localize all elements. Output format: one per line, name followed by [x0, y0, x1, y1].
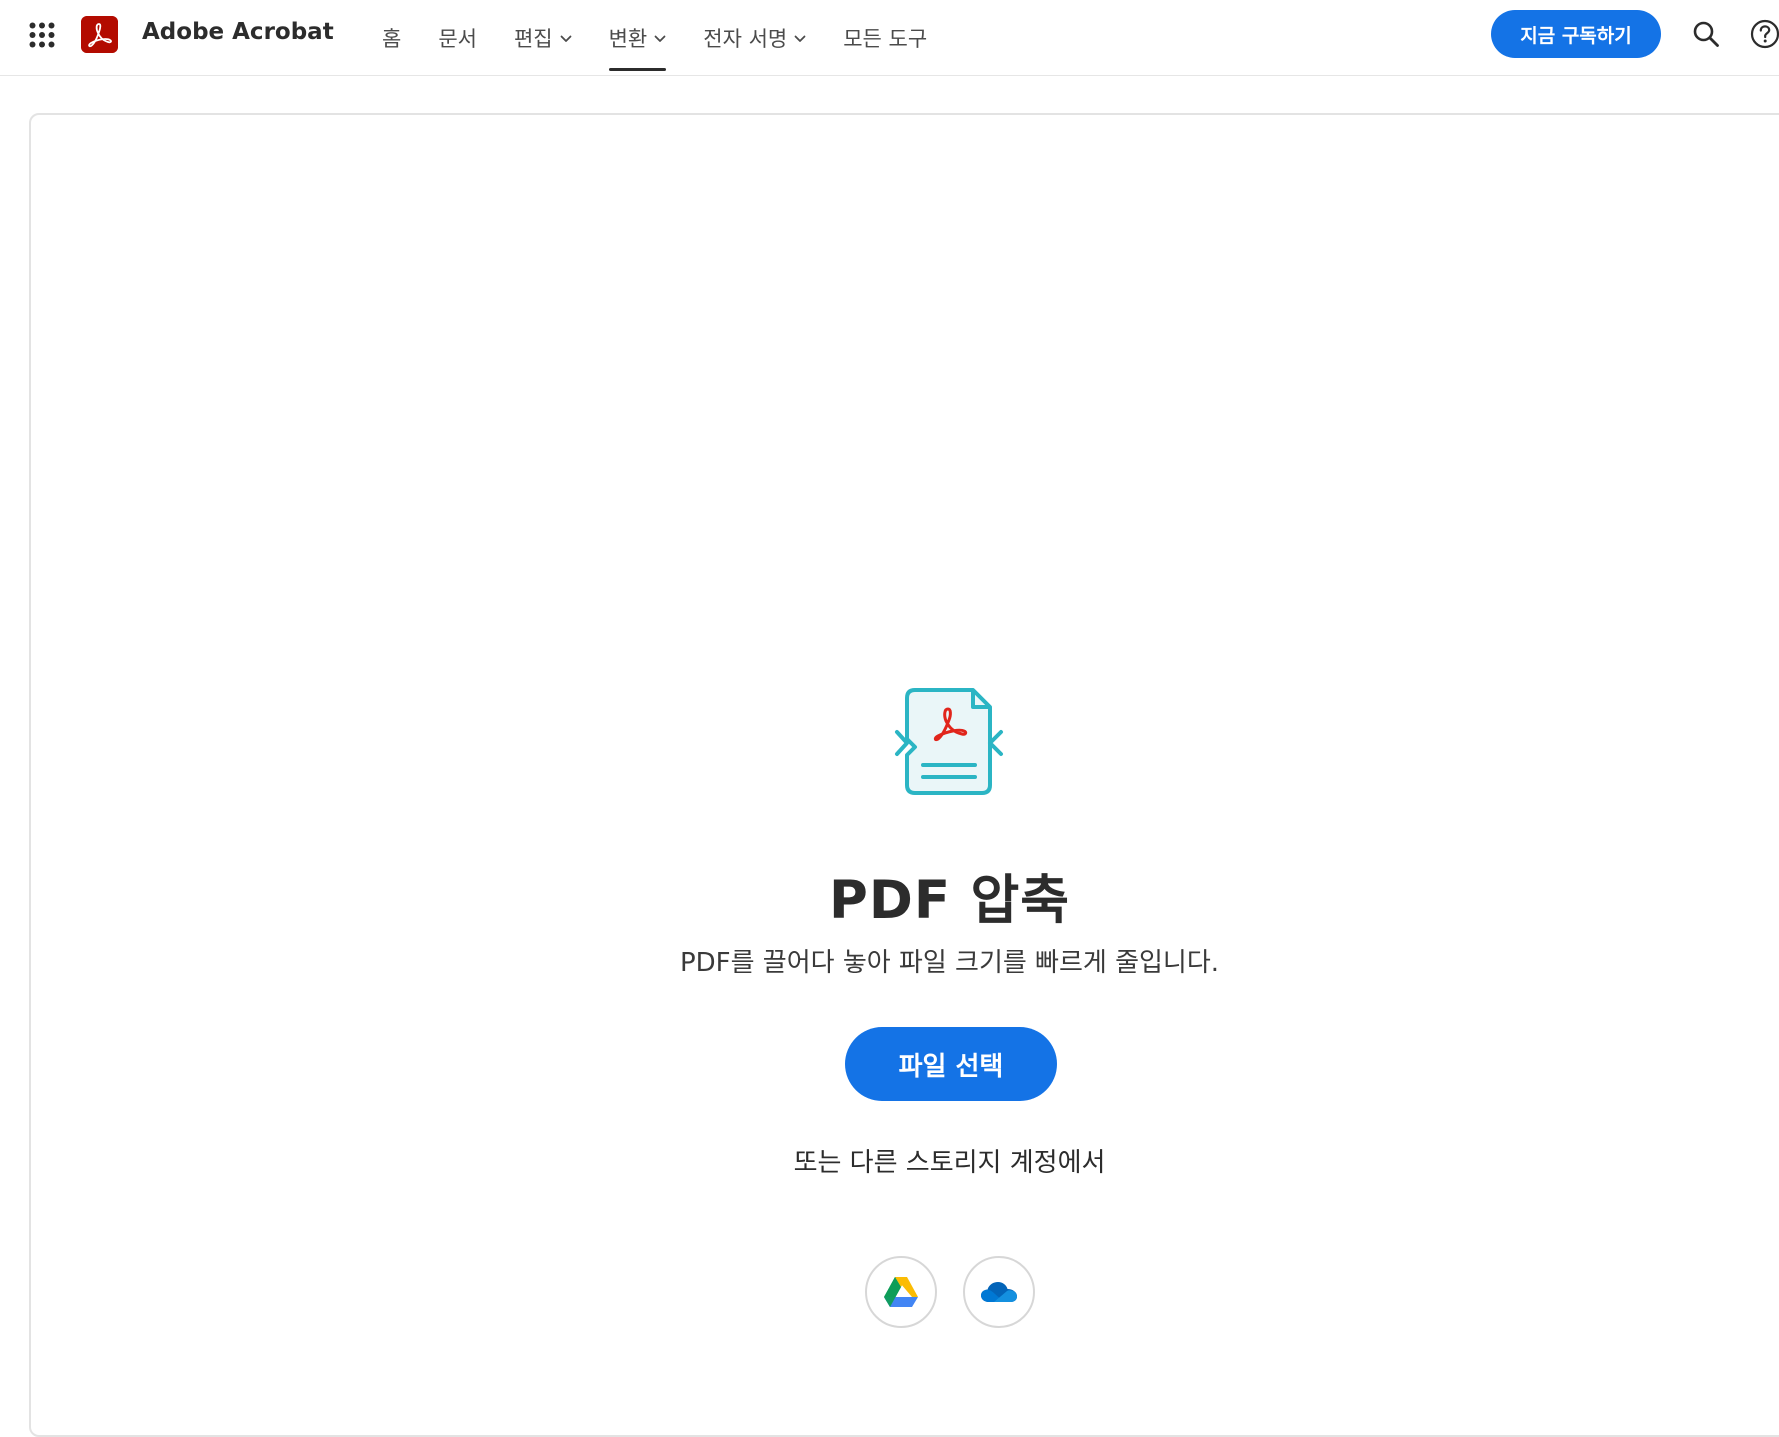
chevron-down-icon [560, 35, 572, 42]
nav-all-tools[interactable]: 모든 도구 [843, 0, 927, 75]
page-title: PDF 압축 [828, 870, 1070, 931]
chevron-down-icon [794, 35, 806, 42]
nav-documents-label: 문서 [438, 26, 477, 51]
app-title[interactable]: Adobe Acrobat [142, 19, 334, 45]
nav-all-tools-label: 모든 도구 [843, 26, 928, 51]
subscribe-button[interactable]: 지금 구독하기 [1491, 10, 1661, 58]
nav-e-sign-label: 전자 서명 [703, 26, 788, 51]
google-drive-icon [884, 1277, 918, 1307]
app-grid-icon[interactable] [29, 22, 55, 48]
nav-documents[interactable]: 문서 [438, 0, 477, 75]
acrobat-logo-icon[interactable] [81, 16, 118, 53]
google-drive-button[interactable] [865, 1256, 937, 1328]
nav-home[interactable]: 홈 [382, 0, 401, 75]
compress-pdf-icon [895, 688, 1003, 795]
onedrive-button[interactable] [963, 1256, 1035, 1328]
onedrive-icon [981, 1282, 1017, 1302]
nav-edit-label: 편집 [513, 26, 553, 51]
nav-edit[interactable]: 편집 [514, 0, 572, 75]
storage-accounts-text: 또는 다른 스토리지 계정에서 [793, 1148, 1106, 1178]
select-file-button[interactable]: 파일 선택 [845, 1027, 1057, 1101]
nav-home-label: 홈 [382, 26, 402, 51]
search-icon[interactable] [1692, 20, 1720, 48]
chevron-down-icon [654, 35, 666, 42]
help-icon[interactable] [1750, 19, 1779, 49]
nav-e-sign[interactable]: 전자 서명 [703, 0, 806, 75]
nav-convert-label: 변환 [608, 26, 648, 51]
main-nav: 홈 문서 편집 변환 전자 서명 모든 도구 [382, 0, 964, 75]
page-description: PDF를 끌어다 놓아 파일 크기를 빠르게 줄입니다. [679, 948, 1220, 978]
top-navigation-bar: Adobe Acrobat 홈 문서 편집 변환 전자 서명 모든 도구 지금 … [0, 0, 1779, 76]
nav-convert[interactable]: 변환 [608, 0, 667, 75]
